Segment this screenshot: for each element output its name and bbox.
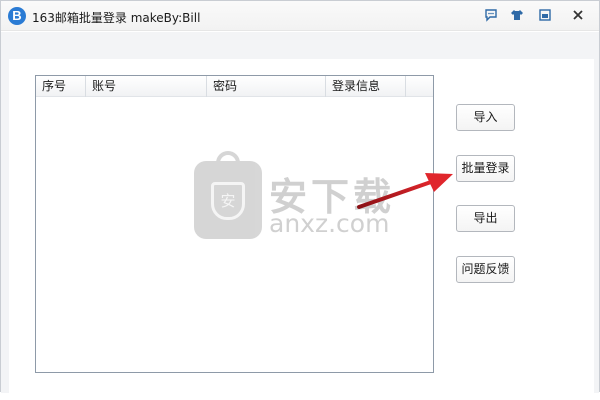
annotation-arrow-icon xyxy=(357,173,453,209)
main-dialog: B 163邮箱批量登录 makeBy:Bill 序号 账号 密码 登录信息 导入… xyxy=(0,0,600,393)
